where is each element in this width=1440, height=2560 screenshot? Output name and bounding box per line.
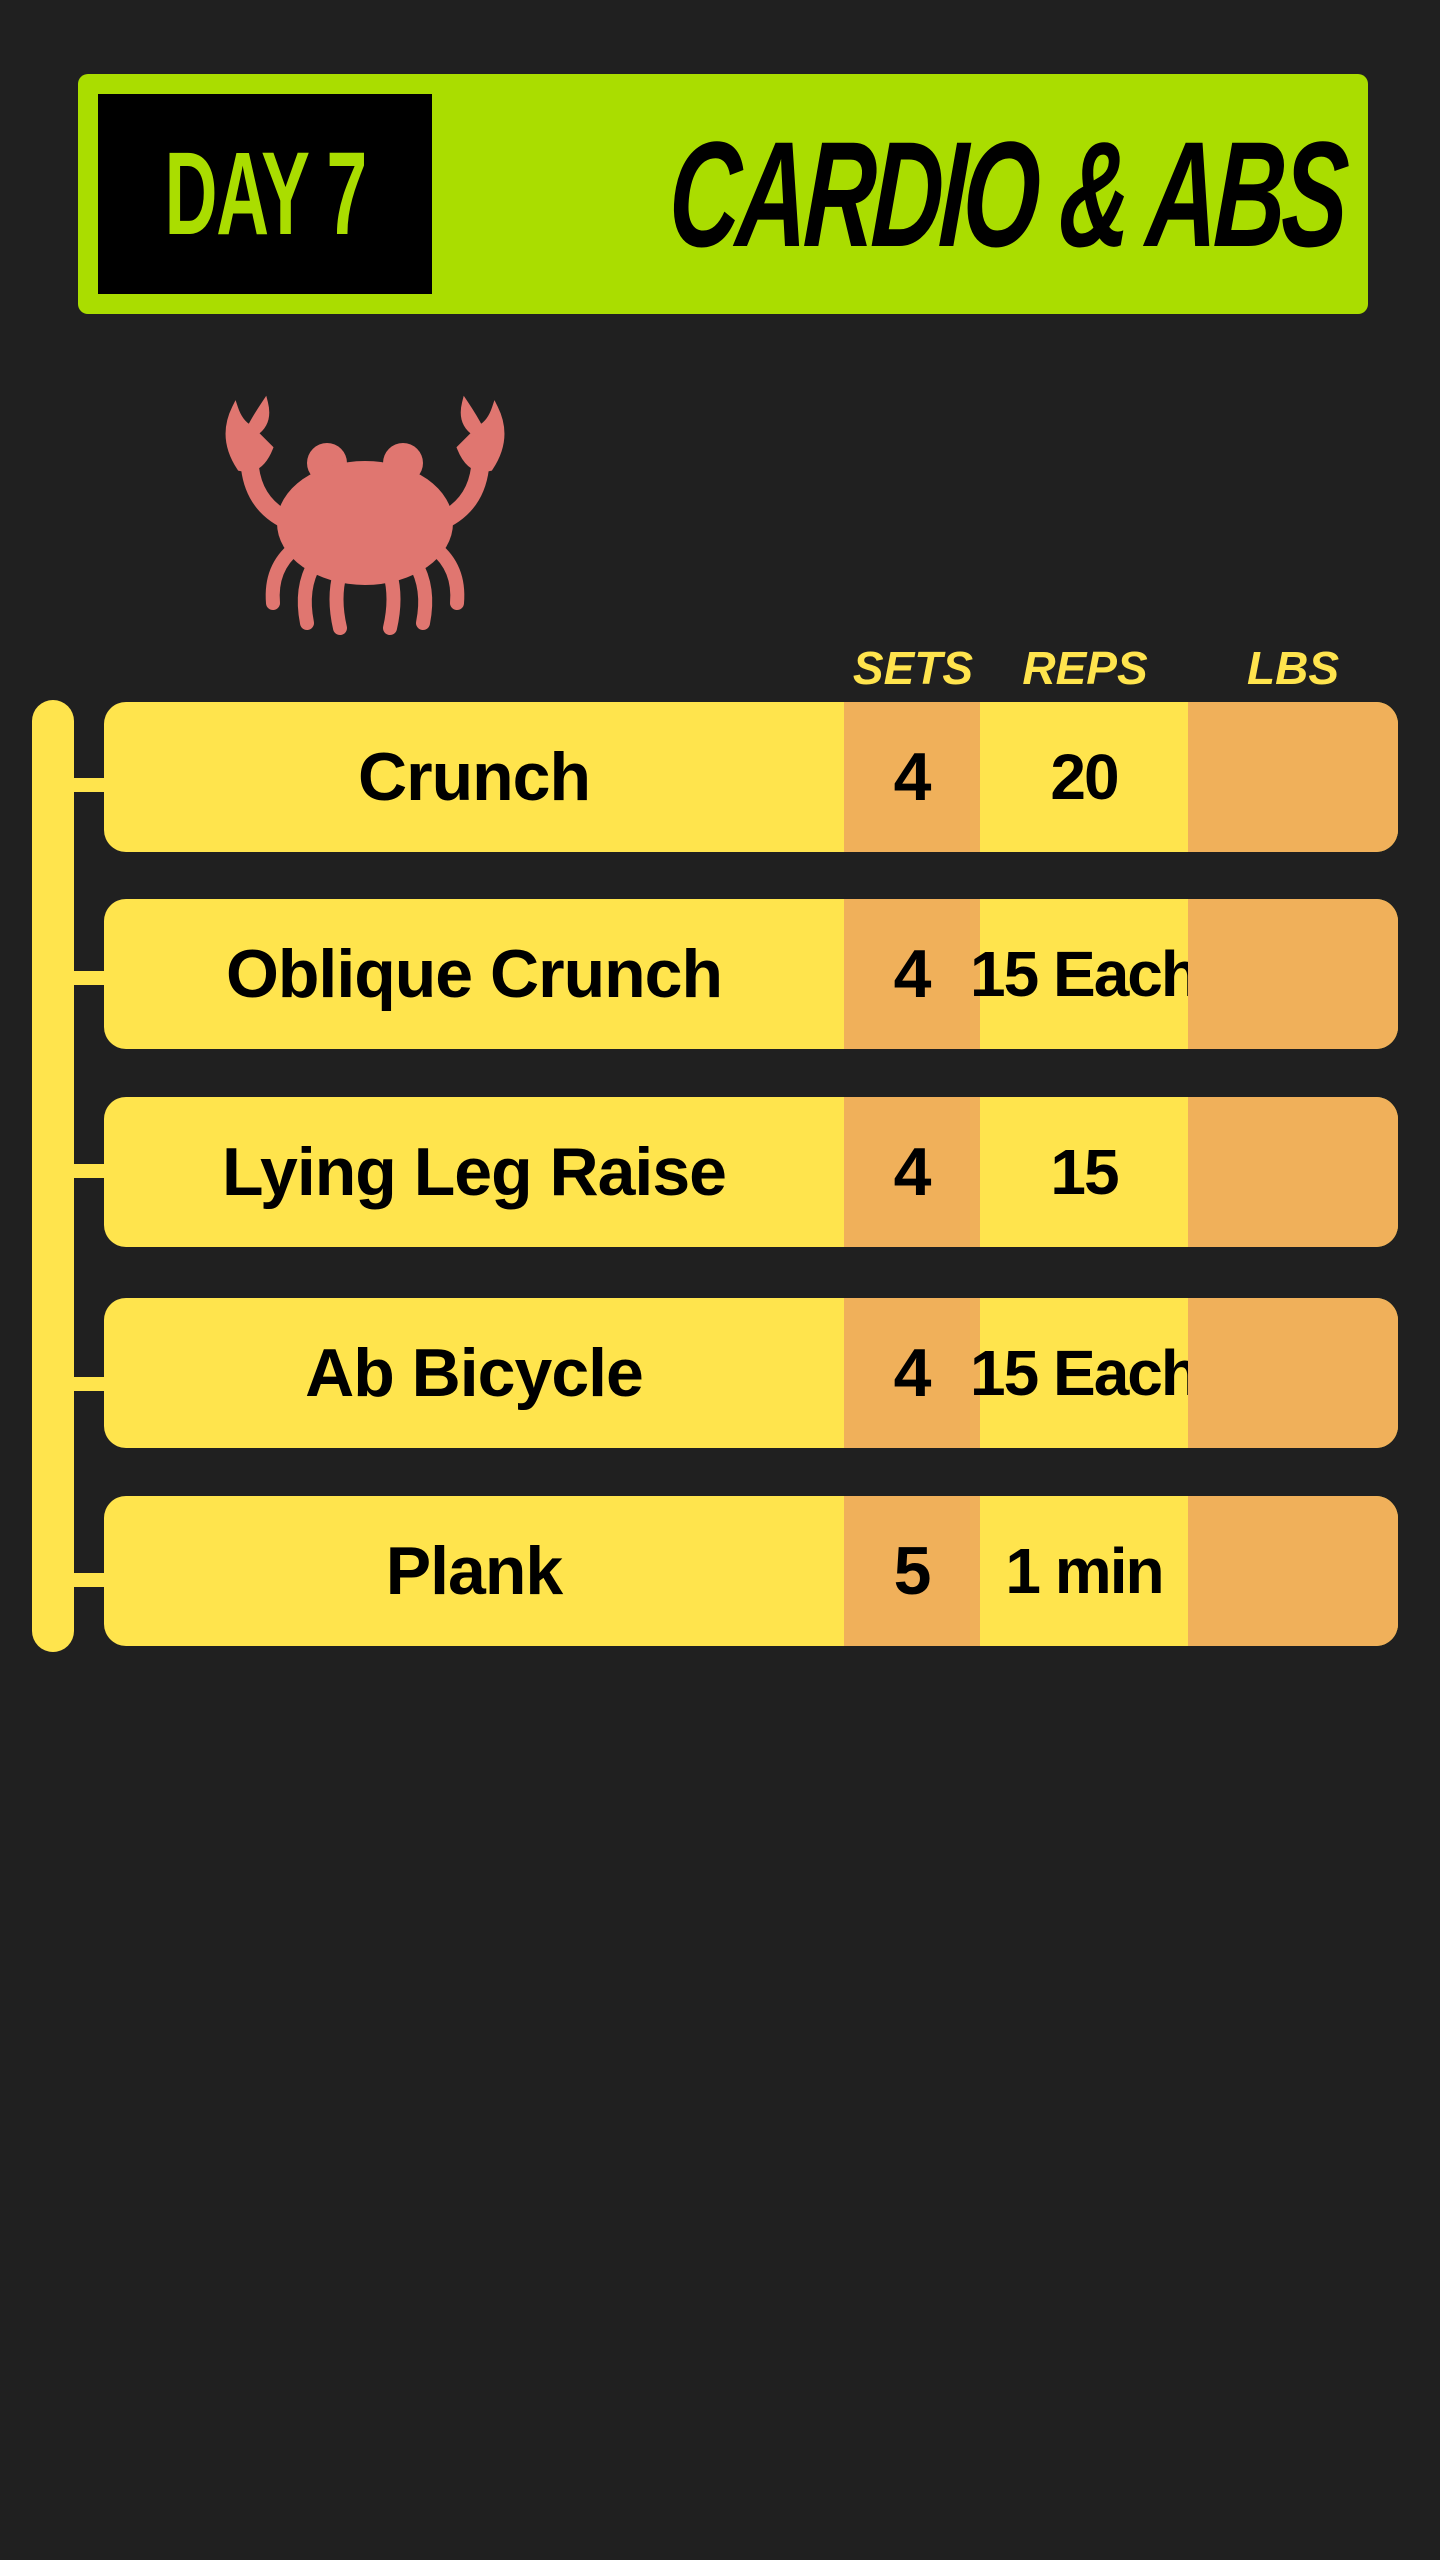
exercise-name: Crunch [358, 739, 591, 815]
exercise-lbs[interactable] [1188, 1298, 1398, 1448]
exercise-reps: 15 Each [970, 938, 1200, 1010]
exercise-sets: 4 [844, 702, 980, 852]
column-header-sets: SETS [852, 642, 974, 694]
exercise-name: Ab Bicycle [305, 1335, 644, 1411]
exercise-lbs[interactable] [1188, 702, 1398, 852]
day-badge: DAY 7 [98, 94, 432, 294]
exercise-sets: 4 [844, 1298, 980, 1448]
exercise-reps: 15 Each [970, 1337, 1200, 1409]
exercise-sets: 4 [844, 1097, 980, 1247]
exercise-reps: 20 [1050, 741, 1119, 813]
header-banner: DAY 7 CARDIO & ABS [78, 74, 1368, 314]
exercise-lbs[interactable] [1188, 1097, 1398, 1247]
exercise-sets: 4 [844, 899, 980, 1049]
column-header-lbs: LBS [1247, 642, 1339, 694]
exercise-row-crunch[interactable]: Crunch 4 20 [104, 702, 1398, 852]
crab-icon [225, 395, 505, 635]
exercise-name: Plank [385, 1533, 563, 1609]
exercise-name: Oblique Crunch [226, 936, 723, 1012]
exercise-lbs[interactable] [1188, 1496, 1398, 1646]
exercise-row-lying-leg-raise[interactable]: Lying Leg Raise 4 15 [104, 1097, 1398, 1247]
column-header-reps: REPS [1022, 642, 1148, 694]
exercise-reps: 1 min [1005, 1535, 1164, 1607]
exercise-sets: 5 [844, 1496, 980, 1646]
exercise-reps: 15 [1050, 1136, 1119, 1208]
exercise-row-plank[interactable]: Plank 5 1 min [104, 1496, 1398, 1646]
exercise-name: Lying Leg Raise [222, 1134, 727, 1210]
day-label: DAY 7 [164, 128, 366, 260]
exercise-row-oblique-crunch[interactable]: Oblique Crunch 4 15 Each [104, 899, 1398, 1049]
workout-title-wrap: CARDIO & ABS [444, 94, 1348, 294]
exercise-row-ab-bicycle[interactable]: Ab Bicycle 4 15 Each [104, 1298, 1398, 1448]
workout-title: CARDIO & ABS [665, 110, 1348, 278]
exercise-lbs[interactable] [1188, 899, 1398, 1049]
workout-page: DAY 7 CARDIO & ABS SETS REPS LBS Crunch … [0, 0, 1440, 2560]
group-bracket [32, 700, 74, 1652]
